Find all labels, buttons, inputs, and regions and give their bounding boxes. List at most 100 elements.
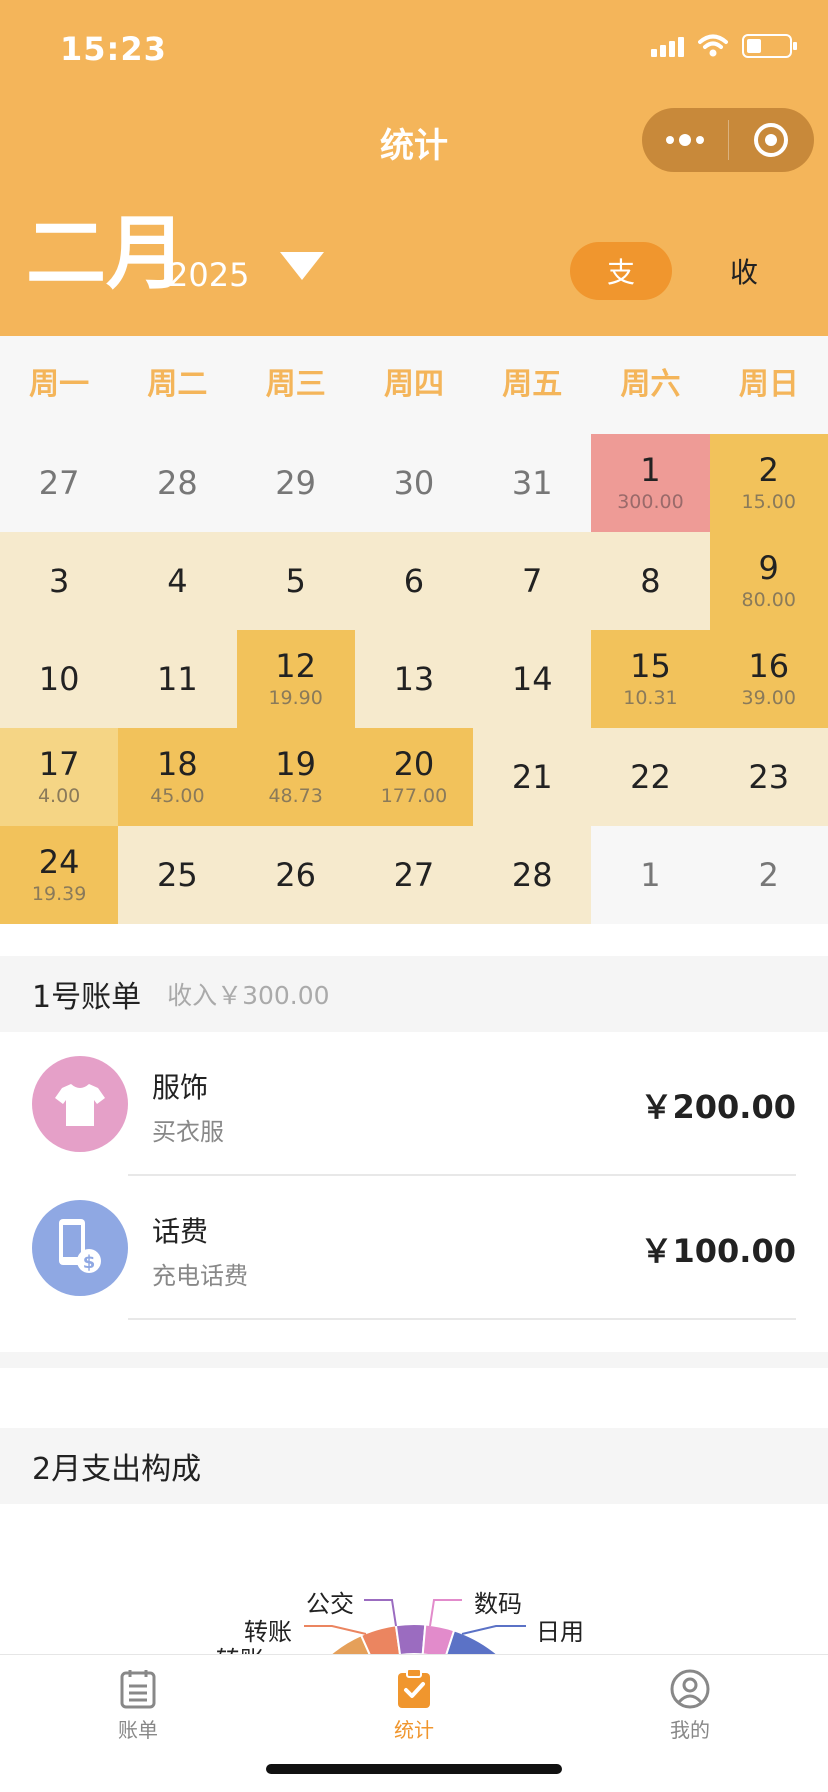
caret-down-icon[interactable] bbox=[280, 252, 324, 280]
calendar-day-cell[interactable]: 6 bbox=[354, 532, 474, 630]
tab-label: 我的 bbox=[670, 1717, 710, 1742]
bill-item[interactable]: 服饰 买衣服 ￥200.00 bbox=[0, 1032, 828, 1176]
pie-slice bbox=[394, 1623, 427, 1657]
calendar-day-cell[interactable]: 13 bbox=[354, 630, 474, 728]
calendar-day-cell[interactable]: 22 bbox=[591, 728, 710, 826]
pie-leader-line bbox=[364, 1599, 397, 1627]
tab-bills[interactable]: 账单 bbox=[0, 1655, 276, 1755]
calendar-day-number: 1 bbox=[640, 451, 661, 490]
calendar-day-cell[interactable]: 27 bbox=[354, 826, 474, 924]
day-bill-income: 收入￥300.00 bbox=[167, 981, 330, 1010]
calendar-day-number: 20 bbox=[393, 745, 435, 784]
calendar-day-cell[interactable]: 27 bbox=[0, 434, 119, 532]
calendar-day-cell[interactable]: 28 bbox=[118, 434, 237, 532]
bill-list-icon bbox=[120, 1669, 156, 1708]
tab-profile[interactable]: 我的 bbox=[552, 1655, 828, 1755]
calendar-day-cell[interactable]: 11 bbox=[118, 630, 237, 728]
calendar-day-cell[interactable]: 17 4.00 bbox=[0, 728, 119, 826]
calendar-day-cell[interactable]: 29 bbox=[236, 434, 355, 532]
tab-stats[interactable]: 统计 bbox=[276, 1655, 552, 1755]
calendar-day-number: 12 bbox=[275, 647, 317, 686]
bill-item-amount: ￥100.00 bbox=[640, 1232, 797, 1270]
calendar-day-number: 31 bbox=[511, 463, 553, 502]
calendar-day-number: 1 bbox=[640, 855, 661, 894]
pie-slice bbox=[443, 1629, 503, 1682]
calendar-day-cell[interactable]: 7 bbox=[473, 532, 592, 630]
tshirt-icon bbox=[32, 1056, 128, 1152]
month-label[interactable]: 二月 bbox=[26, 214, 186, 294]
calendar-day-cell[interactable]: 30 bbox=[354, 434, 474, 532]
calendar-day-amount: 19.39 bbox=[31, 882, 87, 905]
calendar-day-number: 14 bbox=[511, 659, 553, 698]
pie-leader-line bbox=[304, 1625, 367, 1635]
calendar-day-amount: 300.00 bbox=[617, 490, 684, 513]
calendar-day-cell[interactable]: 20 177.00 bbox=[354, 728, 474, 826]
calendar-day-cell[interactable]: 31 bbox=[473, 434, 592, 532]
calendar-day-cell[interactable]: 10 bbox=[0, 630, 119, 728]
calendar-day-cell[interactable]: 2 bbox=[709, 826, 828, 924]
calendar-day-number: 15 bbox=[630, 647, 671, 686]
calendar-week-row: 10 11 12 19.90 13 14 15 10.31 16 39.00 bbox=[0, 630, 828, 728]
bill-item-category: 服饰 bbox=[152, 1071, 209, 1104]
expense-toggle[interactable]: 支 bbox=[570, 242, 672, 300]
calendar-day-number: 27 bbox=[38, 463, 80, 502]
calendar-day-cell[interactable]: 19 48.73 bbox=[236, 728, 355, 826]
calendar-day-cell[interactable]: 1 bbox=[591, 826, 710, 924]
calendar-day-cell[interactable]: 15 10.31 bbox=[591, 630, 710, 728]
calendar-day-cell[interactable]: 2 15.00 bbox=[709, 434, 828, 532]
calendar-day-number: 13 bbox=[393, 659, 435, 698]
more-button[interactable] bbox=[642, 108, 728, 172]
calendar-day-cell[interactable]: 14 bbox=[473, 630, 592, 728]
bill-item-note: 买衣服 bbox=[152, 1118, 224, 1146]
battery-icon bbox=[742, 34, 797, 58]
calendar-week-row: 27 28 29 30 31 1 300.00 2 15.00 bbox=[0, 434, 828, 532]
calendar-day-cell[interactable]: 21 bbox=[473, 728, 592, 826]
income-toggle[interactable]: 收 bbox=[700, 242, 788, 300]
calendar-day-cell[interactable]: 28 bbox=[473, 826, 592, 924]
calendar-day-cell[interactable]: 24 19.39 bbox=[0, 826, 119, 924]
phone-bill-icon: $ bbox=[32, 1200, 128, 1296]
wifi-icon bbox=[698, 34, 728, 57]
profile-icon bbox=[670, 1669, 710, 1708]
calendar-day-cell[interactable]: 23 bbox=[709, 728, 828, 826]
calendar-week-row: 3 4 5 6 7 8 9 80.00 bbox=[0, 532, 828, 630]
year-label[interactable]: 2025 bbox=[168, 256, 249, 294]
calendar-day-cell[interactable]: 1 300.00 bbox=[591, 434, 710, 532]
weekday-label: 周六 bbox=[620, 367, 681, 402]
close-button[interactable] bbox=[729, 108, 815, 172]
calendar-day-cell[interactable]: 18 45.00 bbox=[118, 728, 237, 826]
calendar-day-number: 28 bbox=[157, 463, 198, 502]
calendar-day-cell[interactable]: 26 bbox=[236, 826, 355, 924]
composition-header: 2月支出构成 bbox=[0, 1428, 828, 1504]
close-target-icon bbox=[754, 123, 789, 157]
calendar-day-cell[interactable]: 3 bbox=[0, 532, 119, 630]
calendar-day-cell[interactable]: 5 bbox=[236, 532, 355, 630]
calendar-day-number: 11 bbox=[157, 659, 198, 698]
home-indicator bbox=[266, 1764, 562, 1774]
bill-item-note: 充电话费 bbox=[152, 1262, 248, 1290]
calendar-day-amount: 15.00 bbox=[741, 490, 796, 513]
calendar-day-amount: 19.90 bbox=[268, 686, 323, 709]
calendar-day-cell[interactable]: 8 bbox=[591, 532, 710, 630]
calendar-day-number: 10 bbox=[38, 659, 80, 698]
calendar-day-number: 28 bbox=[511, 855, 553, 894]
day-bill-title: 1号账单 bbox=[32, 980, 142, 1015]
calendar-day-cell[interactable]: 12 19.90 bbox=[236, 630, 355, 728]
calendar-day-amount: 80.00 bbox=[741, 588, 796, 611]
composition-title: 2月支出构成 bbox=[32, 1452, 202, 1487]
calendar-day-cell[interactable]: 16 39.00 bbox=[709, 630, 828, 728]
calendar-day-number: 2 bbox=[758, 451, 779, 490]
bill-item[interactable]: $ 话费 充电话费 ￥100.00 bbox=[0, 1176, 828, 1320]
pie-chart-svg bbox=[304, 1599, 526, 1682]
calendar-day-amount: 4.00 bbox=[37, 784, 81, 807]
calendar-day-cell[interactable]: 4 bbox=[118, 532, 237, 630]
calendar-day-number: 17 bbox=[38, 745, 80, 784]
calendar-day-cell[interactable]: 25 bbox=[118, 826, 237, 924]
calendar-day-amount: 10.31 bbox=[623, 686, 678, 709]
calendar-day-cell[interactable]: 9 80.00 bbox=[709, 532, 828, 630]
calendar-week-row: 24 19.39 25 26 27 28 1 2 bbox=[0, 826, 828, 924]
calendar-day-amount: 39.00 bbox=[741, 686, 796, 709]
pie-leader-line bbox=[461, 1625, 526, 1635]
weekday-label: 周二 bbox=[147, 367, 208, 402]
status-icons bbox=[651, 34, 797, 58]
